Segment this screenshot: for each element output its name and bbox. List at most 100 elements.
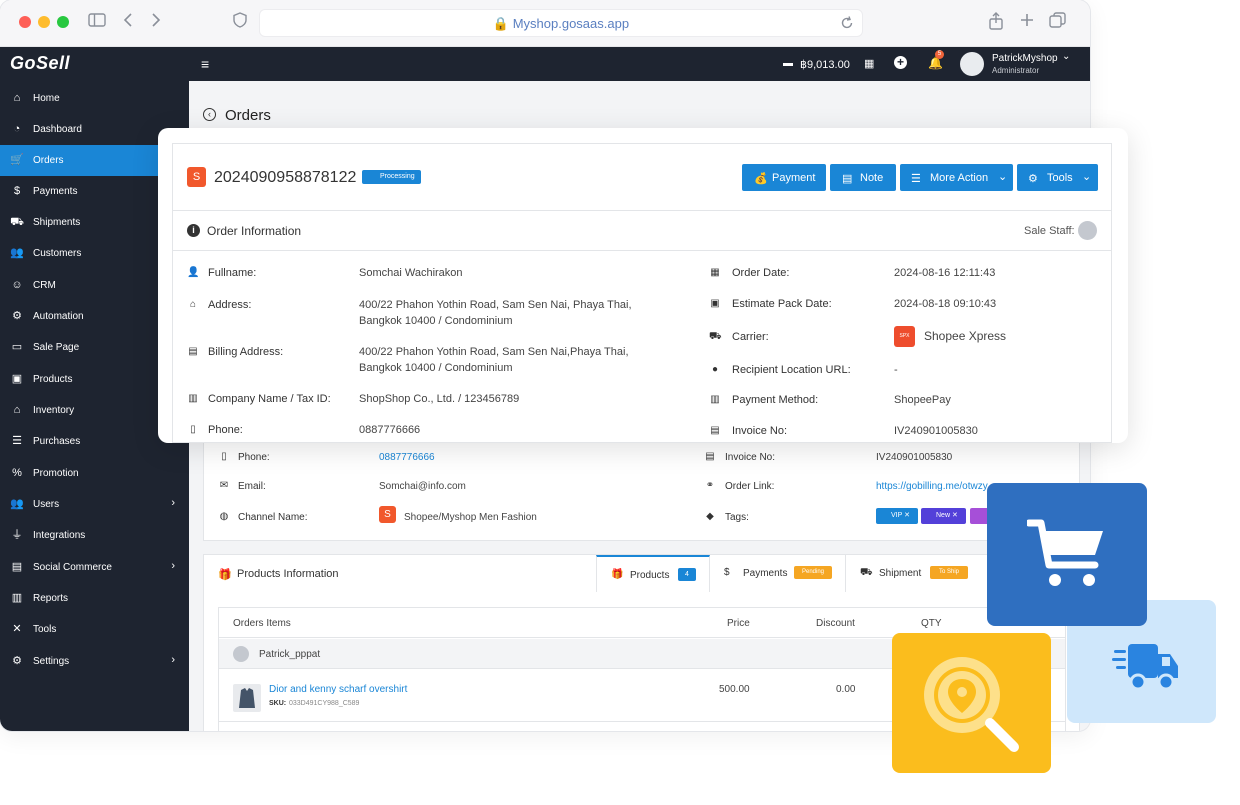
- gosell-logo: GoSell: [10, 53, 71, 73]
- wallet-balance[interactable]: ฿9,013.00: [800, 58, 850, 71]
- invoice-label: Invoice No:: [725, 452, 776, 463]
- location-pin-icon: ●: [711, 364, 719, 375]
- dashboard-icon: ◔: [13, 123, 21, 135]
- order-date-value: 2024-08-16 12:11:43: [894, 267, 996, 279]
- sku-label: SKU:: [269, 700, 287, 707]
- order-detail-card: S 2024090958878122 Processing 💰 Payment …: [172, 143, 1112, 443]
- cart-icon: 🛒: [10, 154, 24, 166]
- calculator-icon[interactable]: ▦: [864, 57, 874, 70]
- gear-icon: ⚙: [12, 655, 22, 667]
- invoice-icon: ▤: [710, 425, 720, 436]
- sidebar-item-home[interactable]: ⌂ Home: [0, 83, 189, 114]
- tools-button[interactable]: ⚙ Tools ⌄: [1017, 164, 1098, 191]
- group-name: Patrick_pppat: [259, 649, 321, 660]
- address-line1: 400/22 Phahon Yothin Road, Sam Sen Nai, …: [359, 299, 632, 311]
- gift-icon: 🎁: [611, 569, 624, 580]
- hamburger-menu-icon[interactable]: ≡: [201, 56, 209, 72]
- tag-new[interactable]: New ✕: [921, 508, 966, 524]
- lock-icon: 🔒: [492, 16, 510, 31]
- billing-label: Billing Address:: [208, 346, 284, 358]
- billing-icon: ▤: [188, 346, 198, 357]
- phone-label: Phone:: [208, 424, 243, 436]
- phone-link[interactable]: 0887776666: [379, 452, 435, 463]
- tabs-overview-icon[interactable]: [1049, 12, 1067, 33]
- sidebar-item-promotion[interactable]: % Promotion: [0, 458, 189, 489]
- box-icon: ▣: [710, 298, 720, 309]
- truck-icon: ⛟: [709, 331, 722, 342]
- tags-label: Tags:: [725, 512, 749, 523]
- recipient-url-label: Recipient Location URL:: [732, 364, 851, 376]
- phone-icon: ▯: [221, 451, 227, 462]
- chevron-down-icon[interactable]: ⌄: [1062, 51, 1070, 62]
- add-circle-icon[interactable]: +: [894, 56, 907, 69]
- invoice-value: IV240901005830: [876, 452, 953, 463]
- gift-icon: 🎁: [218, 569, 232, 581]
- money-bag-icon: 💰: [754, 173, 768, 185]
- minimize-window-dot[interactable]: [38, 16, 50, 28]
- order-header: S 2024090958878122 Processing 💰 Payment …: [173, 144, 1111, 211]
- home-icon: ⌂: [13, 92, 21, 104]
- forward-arrow-icon[interactable]: [151, 12, 161, 33]
- sidebar-item-integrations[interactable]: ⏚ Integrations: [0, 520, 189, 551]
- users-icon: 👥: [10, 247, 24, 259]
- url-text: Myshop.gosaas.app: [512, 16, 630, 31]
- purchases-icon: ☰: [12, 435, 22, 447]
- staff-avatar-icon[interactable]: [1078, 221, 1097, 240]
- fullname-link[interactable]: Somchai Wachirakon: [359, 265, 463, 281]
- avatar[interactable]: [960, 52, 984, 76]
- email-value: Somchai@info.com: [379, 481, 466, 492]
- back-circle-icon[interactable]: ‹: [203, 108, 216, 121]
- col-discount: Discount: [816, 618, 855, 629]
- company-label: Company Name / Tax ID:: [208, 393, 331, 405]
- chevron-right-icon: ›: [171, 560, 175, 572]
- wallet-icon[interactable]: ▬: [783, 58, 793, 69]
- phone-label: Phone:: [238, 452, 270, 463]
- page-icon: ▭: [11, 341, 23, 353]
- sidebar-item-users[interactable]: 👥 Users ›: [0, 489, 189, 520]
- channel-label: Channel Name:: [238, 512, 308, 523]
- carrier-value: Shopee Xpress: [924, 329, 1007, 343]
- page-title: Orders: [225, 107, 271, 124]
- billing-line2: Bangkok 10400 / Condominium: [359, 362, 513, 374]
- more-action-button[interactable]: ☰ More Action ⌄: [900, 164, 1013, 191]
- sidebar-item-social-commerce[interactable]: ▤ Social Commerce ›: [0, 552, 189, 583]
- chevron-right-icon: ›: [171, 497, 175, 509]
- plug-icon: ⏚: [11, 529, 23, 541]
- tag-vip[interactable]: VIP ✕: [876, 508, 918, 524]
- payment-button[interactable]: 💰 Payment: [742, 164, 826, 191]
- sidebar-item-reports[interactable]: ▥ Reports: [0, 583, 189, 614]
- shield-icon[interactable]: [233, 12, 247, 33]
- bank-icon: ▥: [710, 394, 720, 405]
- back-arrow-icon[interactable]: [123, 12, 133, 33]
- shopee-bag-icon: S: [187, 167, 206, 187]
- tab-payments[interactable]: $ Payments Pending: [710, 555, 846, 592]
- close-window-dot[interactable]: [19, 16, 31, 28]
- order-number: 2024090958878122: [214, 169, 357, 186]
- invoice-icon: ▤: [705, 451, 715, 462]
- zoom-window-dot[interactable]: [57, 16, 69, 28]
- calendar-icon: ▦: [710, 267, 720, 278]
- reload-icon[interactable]: [840, 15, 854, 36]
- tab-shipment[interactable]: ⛟ Shipment To Ship: [846, 555, 982, 592]
- robot-icon: ⚙: [12, 310, 22, 322]
- address-bar[interactable]: 🔒 Myshop.gosaas.app: [259, 9, 863, 37]
- cart-tile: [987, 483, 1147, 626]
- boxes-icon: ▣: [11, 373, 23, 385]
- chevron-down-icon: ⌄: [1082, 171, 1092, 183]
- order-date-label: Order Date:: [732, 267, 790, 279]
- note-button[interactable]: ▤ Note: [830, 164, 896, 191]
- user-name[interactable]: PatrickMyshop: [992, 53, 1058, 64]
- search-location-tile: [892, 633, 1051, 773]
- phone-link[interactable]: 0887776666: [359, 422, 420, 438]
- sidebar-item-tools[interactable]: ✕ Tools: [0, 614, 189, 645]
- tab-products[interactable]: 🎁 Products 4: [596, 555, 710, 592]
- payment-method-label: Payment Method:: [732, 394, 819, 406]
- share-icon[interactable]: [988, 12, 1004, 35]
- new-tab-icon[interactable]: [1019, 12, 1035, 33]
- order-link[interactable]: https://gobilling.me/otwzy: [876, 481, 988, 492]
- sidebar-item-settings[interactable]: ⚙ Settings ›: [0, 646, 189, 677]
- address-icon: ⌂: [189, 299, 197, 310]
- address-label: Address:: [208, 299, 252, 311]
- sidebar-toggle-icon[interactable]: [88, 12, 106, 33]
- product-name-link[interactable]: Dior and kenny scharf overshirt: [269, 684, 407, 695]
